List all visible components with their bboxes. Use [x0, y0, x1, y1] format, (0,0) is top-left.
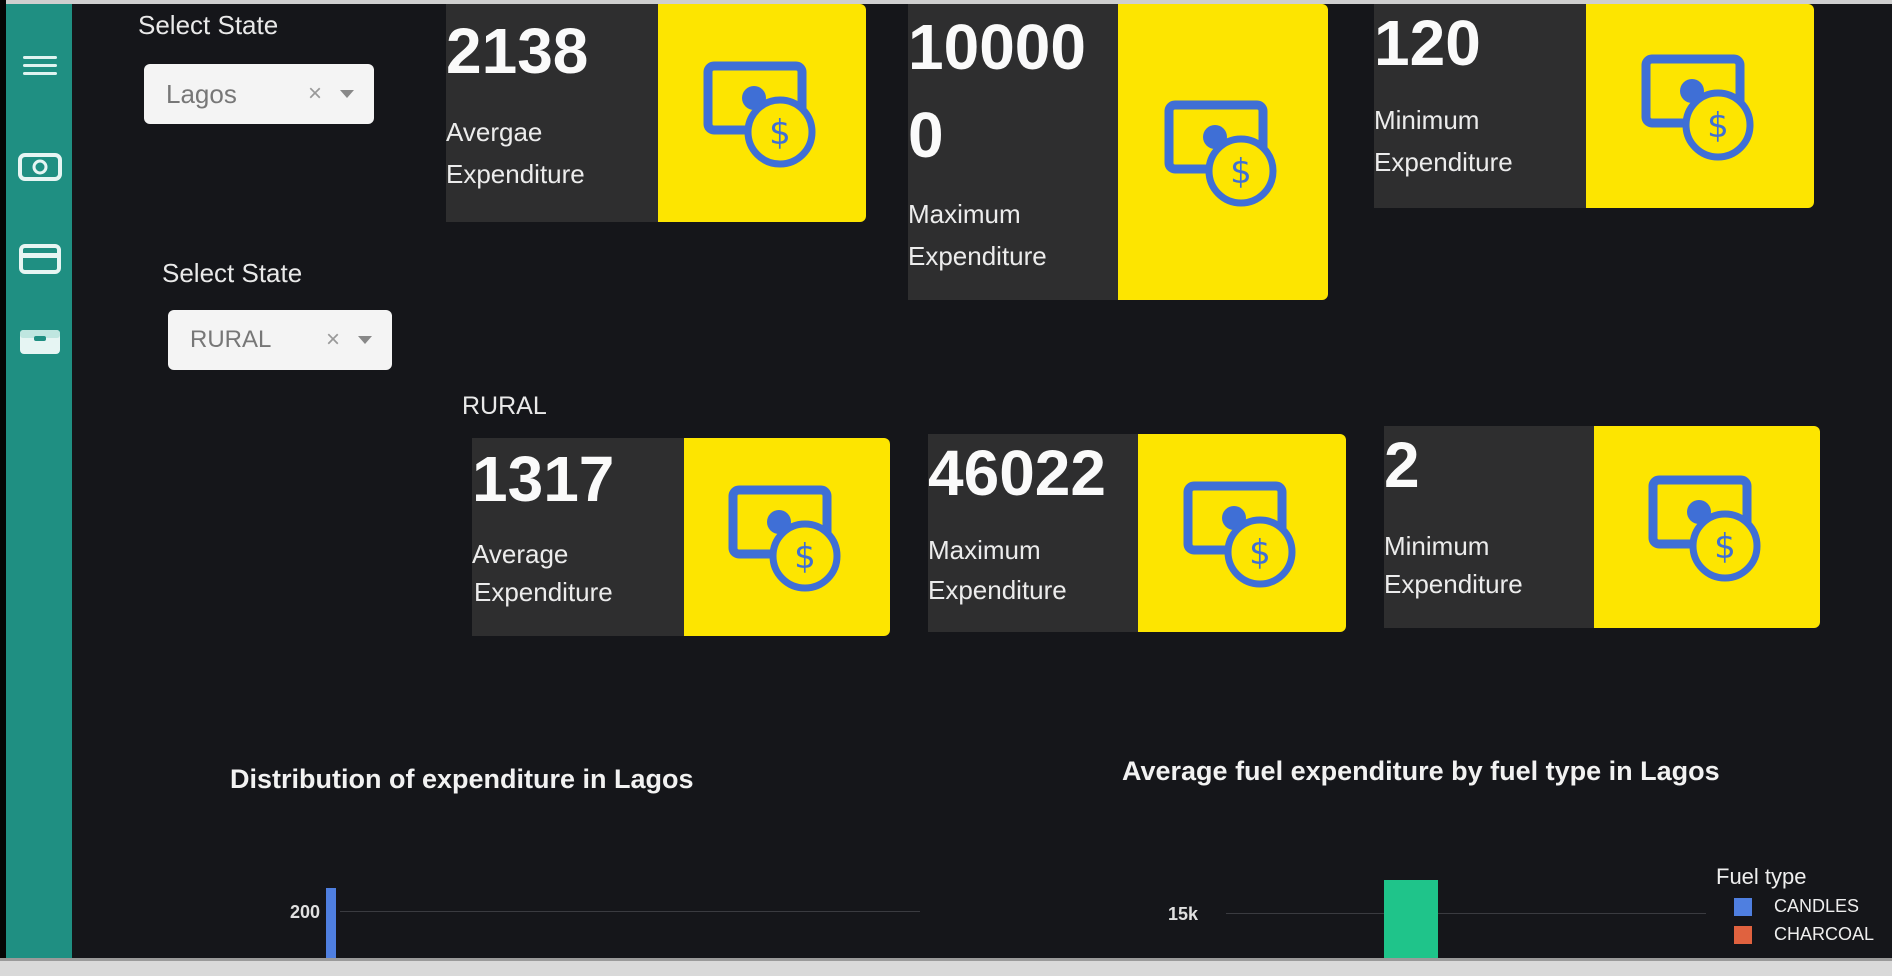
card-icon[interactable]	[18, 244, 62, 274]
sector-minimum-label-line2: Expenditure	[1384, 569, 1523, 599]
state-maximum-label-line1: Maximum	[908, 199, 1021, 229]
money-icon: $	[1648, 475, 1761, 582]
gridline	[340, 911, 920, 912]
monitor-bezel-bottom	[0, 958, 1892, 976]
state-select[interactable]: Lagos ×	[144, 64, 374, 124]
legend-label: CANDLES	[1774, 896, 1860, 916]
legend-swatch	[1734, 925, 1752, 944]
state-maximum-label-line2: Expenditure	[908, 241, 1047, 271]
histogram-bar	[326, 888, 336, 958]
money-icon: $	[1641, 54, 1754, 161]
state-maximum-card: 10000 0 Maximum Expenditure $	[908, 4, 1328, 300]
money-icon: $	[728, 485, 841, 592]
state-select-label: Select State	[138, 10, 279, 40]
cash-icon-tile: $	[1594, 426, 1820, 628]
sector-heading: RURAL	[462, 392, 547, 420]
y-tick-label: 15k	[1168, 904, 1199, 924]
sector-select[interactable]: RURAL ×	[168, 310, 392, 370]
cash-icon-tile: $	[658, 4, 866, 222]
cash-icon-tile: $	[1138, 434, 1346, 632]
sector-average-label-line2: Expenditure	[474, 577, 613, 607]
state-average-label-line2: Expenditure	[446, 159, 585, 189]
state-average-label-line1: Avergae	[446, 117, 543, 147]
menu-icon[interactable]	[18, 50, 62, 80]
sector-average-value: 1317	[472, 443, 615, 515]
cash-icon[interactable]	[18, 152, 62, 182]
svg-text:$: $	[794, 537, 816, 577]
sector-minimum-label-line1: Minimum	[1384, 531, 1490, 561]
money-icon: $	[1164, 100, 1277, 207]
state-minimum-label-line1: Minimum	[1374, 105, 1480, 135]
chart-title-expenditure-distribution: Distribution of expenditure in Lagos	[230, 764, 694, 794]
sector-maximum-label-line1: Maximum	[928, 535, 1041, 565]
chart-title-fuel-expenditure: Average fuel expenditure by fuel type in…	[1122, 756, 1720, 786]
clear-icon[interactable]: ×	[326, 326, 340, 354]
state-minimum-label-line2: Expenditure	[1374, 147, 1513, 177]
svg-text:$: $	[1249, 533, 1271, 573]
sector-maximum-label-line2: Expenditure	[928, 575, 1067, 605]
money-icon: $	[703, 61, 816, 168]
sidebar-shadow-gap	[72, 4, 168, 958]
sector-minimum-value: 2	[1384, 429, 1420, 501]
clear-icon[interactable]: ×	[308, 80, 322, 108]
legend-title: Fuel type	[1716, 864, 1807, 889]
svg-text:$: $	[1707, 106, 1729, 146]
sector-maximum-value: 46022	[928, 437, 1106, 509]
legend-item-charcoal[interactable]: CHARCOAL	[1734, 924, 1874, 945]
y-tick-label: 200	[290, 902, 321, 922]
dashboard-screen: Select State Lagos × Select State RURAL …	[0, 0, 1892, 976]
cash-icon-tile: $	[1118, 4, 1328, 300]
wallet-icon[interactable]	[18, 326, 62, 356]
svg-text:$: $	[1230, 152, 1252, 192]
state-select-value: Lagos	[166, 78, 237, 109]
sector-average-card: 1317 Average Expenditure $	[472, 438, 890, 636]
sector-average-label-line1: Average	[472, 539, 569, 569]
sector-select-label: Select State	[162, 258, 303, 288]
cash-icon-tile: $	[684, 438, 890, 636]
chevron-down-icon[interactable]	[358, 336, 372, 344]
fuel-bar	[1384, 880, 1438, 958]
legend-swatch	[1734, 897, 1752, 916]
state-minimum-value: 120	[1374, 7, 1481, 79]
money-icon: $	[1183, 481, 1296, 588]
state-average-card: 2138 Avergae Expenditure $	[446, 4, 866, 222]
svg-text:$: $	[1714, 527, 1736, 567]
sector-maximum-card: 46022 Maximum Expenditure $	[928, 434, 1346, 632]
cash-icon-tile: $	[1586, 4, 1814, 208]
gridline	[1226, 913, 1706, 914]
svg-text:$: $	[769, 113, 791, 153]
sector-select-value: RURAL	[190, 326, 272, 353]
state-maximum-value-line2: 0	[908, 99, 944, 171]
state-minimum-card: 120 Minimum Expenditure $	[1374, 4, 1814, 208]
legend-label: CHARCOAL	[1774, 924, 1875, 944]
chevron-down-icon[interactable]	[340, 90, 354, 98]
legend-item-candles[interactable]: CANDLES	[1734, 896, 1859, 917]
state-maximum-value-line1: 10000	[908, 11, 1086, 83]
sector-minimum-card: 2 Minimum Expenditure $	[1384, 426, 1820, 628]
state-average-value: 2138	[446, 15, 589, 87]
